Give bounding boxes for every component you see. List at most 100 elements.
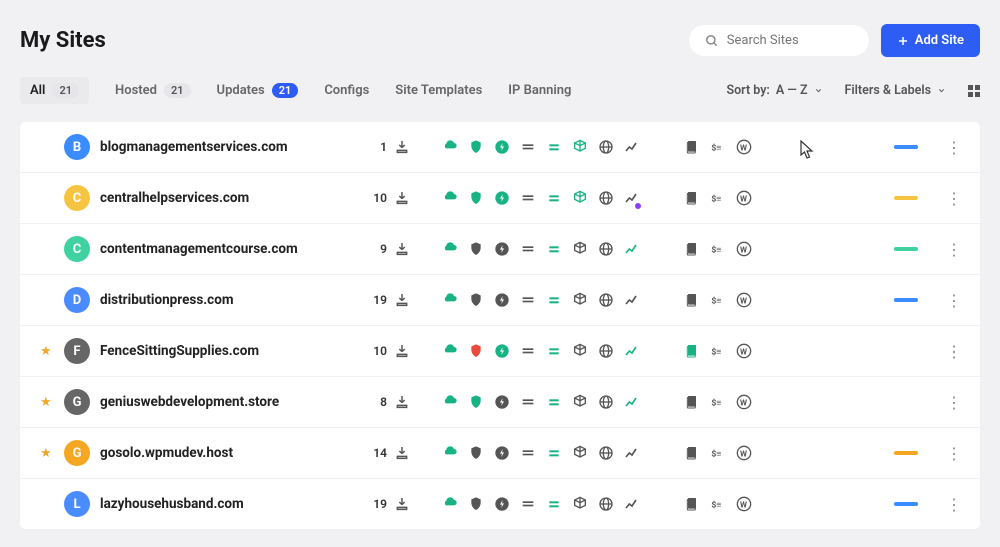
site-name[interactable]: gosolo.wpmudev.host: [100, 445, 350, 461]
equals-icon[interactable]: [546, 292, 562, 308]
cube-icon[interactable]: [572, 241, 588, 257]
add-site-button[interactable]: Add Site: [881, 24, 980, 57]
updates-count[interactable]: 10: [360, 343, 410, 359]
search-input[interactable]: [727, 33, 853, 48]
chart-icon[interactable]: [624, 139, 640, 155]
shield-icon[interactable]: [468, 241, 484, 257]
star-icon[interactable]: ★: [40, 395, 54, 410]
cube-icon[interactable]: [572, 139, 588, 155]
bars-icon[interactable]: [520, 394, 536, 410]
money-icon[interactable]: $≡: [710, 394, 726, 410]
bars-icon[interactable]: [520, 343, 536, 359]
tab-site-templates[interactable]: Site Templates: [395, 83, 482, 98]
cube-icon[interactable]: [572, 343, 588, 359]
row-menu[interactable]: ⋮: [946, 495, 960, 514]
money-icon[interactable]: $≡: [710, 241, 726, 257]
cloud-icon[interactable]: [442, 394, 458, 410]
shield-icon[interactable]: [468, 139, 484, 155]
updates-count[interactable]: 9: [360, 241, 410, 257]
wordpress-icon[interactable]: W: [736, 445, 752, 461]
chart-icon[interactable]: [624, 292, 640, 308]
cube-icon[interactable]: [572, 496, 588, 512]
bolt-icon[interactable]: [494, 496, 510, 512]
globe-icon[interactable]: [598, 190, 614, 206]
row-menu[interactable]: ⋮: [946, 138, 960, 157]
chart-icon[interactable]: [624, 241, 640, 257]
row-menu[interactable]: ⋮: [946, 342, 960, 361]
bolt-icon[interactable]: [494, 292, 510, 308]
bolt-icon[interactable]: [494, 190, 510, 206]
cloud-icon[interactable]: [442, 241, 458, 257]
shield-icon[interactable]: [468, 190, 484, 206]
site-name[interactable]: centralhelpservices.com: [100, 190, 350, 206]
bars-icon[interactable]: [520, 292, 536, 308]
cube-icon[interactable]: [572, 292, 588, 308]
sort-control[interactable]: Sort by: A — Z: [726, 83, 822, 98]
globe-icon[interactable]: [598, 445, 614, 461]
money-icon[interactable]: $≡: [710, 292, 726, 308]
bolt-icon[interactable]: [494, 343, 510, 359]
doc-icon[interactable]: [684, 241, 700, 257]
updates-count[interactable]: 1: [360, 139, 410, 155]
doc-icon[interactable]: [684, 394, 700, 410]
equals-icon[interactable]: [546, 343, 562, 359]
row-menu[interactable]: ⋮: [946, 393, 960, 412]
globe-icon[interactable]: [598, 496, 614, 512]
shield-icon[interactable]: [468, 445, 484, 461]
star-icon[interactable]: ★: [40, 344, 54, 359]
chart-icon[interactable]: [624, 445, 640, 461]
money-icon[interactable]: $≡: [710, 190, 726, 206]
globe-icon[interactable]: [598, 139, 614, 155]
cloud-icon[interactable]: [442, 445, 458, 461]
wordpress-icon[interactable]: W: [736, 139, 752, 155]
globe-icon[interactable]: [598, 394, 614, 410]
site-name[interactable]: geniuswebdevelopment.store: [100, 394, 350, 410]
wordpress-icon[interactable]: W: [736, 496, 752, 512]
chart-icon[interactable]: [624, 343, 640, 359]
doc-icon[interactable]: [684, 190, 700, 206]
row-menu[interactable]: ⋮: [946, 291, 960, 310]
updates-count[interactable]: 14: [360, 445, 410, 461]
tab-updates[interactable]: Updates21: [217, 83, 299, 98]
bars-icon[interactable]: [520, 190, 536, 206]
site-name[interactable]: lazyhousehusband.com: [100, 496, 350, 512]
site-name[interactable]: blogmanagementservices.com: [100, 139, 350, 155]
bars-icon[interactable]: [520, 496, 536, 512]
updates-count[interactable]: 19: [360, 496, 410, 512]
chart-icon[interactable]: [624, 394, 640, 410]
updates-count[interactable]: 8: [360, 394, 410, 410]
tab-ip-banning[interactable]: IP Banning: [508, 83, 571, 98]
row-menu[interactable]: ⋮: [946, 444, 960, 463]
updates-count[interactable]: 10: [360, 190, 410, 206]
wordpress-icon[interactable]: W: [736, 292, 752, 308]
shield-icon[interactable]: [468, 343, 484, 359]
bolt-icon[interactable]: [494, 394, 510, 410]
row-menu[interactable]: ⋮: [946, 240, 960, 259]
shield-icon[interactable]: [468, 292, 484, 308]
globe-icon[interactable]: [598, 292, 614, 308]
money-icon[interactable]: $≡: [710, 343, 726, 359]
doc-icon[interactable]: [684, 496, 700, 512]
search-box[interactable]: [689, 25, 869, 56]
doc-icon[interactable]: [684, 139, 700, 155]
cloud-icon[interactable]: [442, 496, 458, 512]
money-icon[interactable]: $≡: [710, 445, 726, 461]
shield-icon[interactable]: [468, 394, 484, 410]
equals-icon[interactable]: [546, 445, 562, 461]
money-icon[interactable]: $≡: [710, 139, 726, 155]
cloud-icon[interactable]: [442, 343, 458, 359]
bars-icon[interactable]: [520, 241, 536, 257]
tab-configs[interactable]: Configs: [324, 83, 369, 98]
bars-icon[interactable]: [520, 139, 536, 155]
equals-icon[interactable]: [546, 139, 562, 155]
site-name[interactable]: contentmanagementcourse.com: [100, 241, 350, 257]
cloud-icon[interactable]: [442, 139, 458, 155]
cube-icon[interactable]: [572, 394, 588, 410]
grid-view-toggle[interactable]: [968, 85, 980, 97]
bolt-icon[interactable]: [494, 241, 510, 257]
doc-icon[interactable]: [684, 343, 700, 359]
globe-icon[interactable]: [598, 343, 614, 359]
cloud-icon[interactable]: [442, 190, 458, 206]
bolt-icon[interactable]: [494, 139, 510, 155]
equals-icon[interactable]: [546, 496, 562, 512]
